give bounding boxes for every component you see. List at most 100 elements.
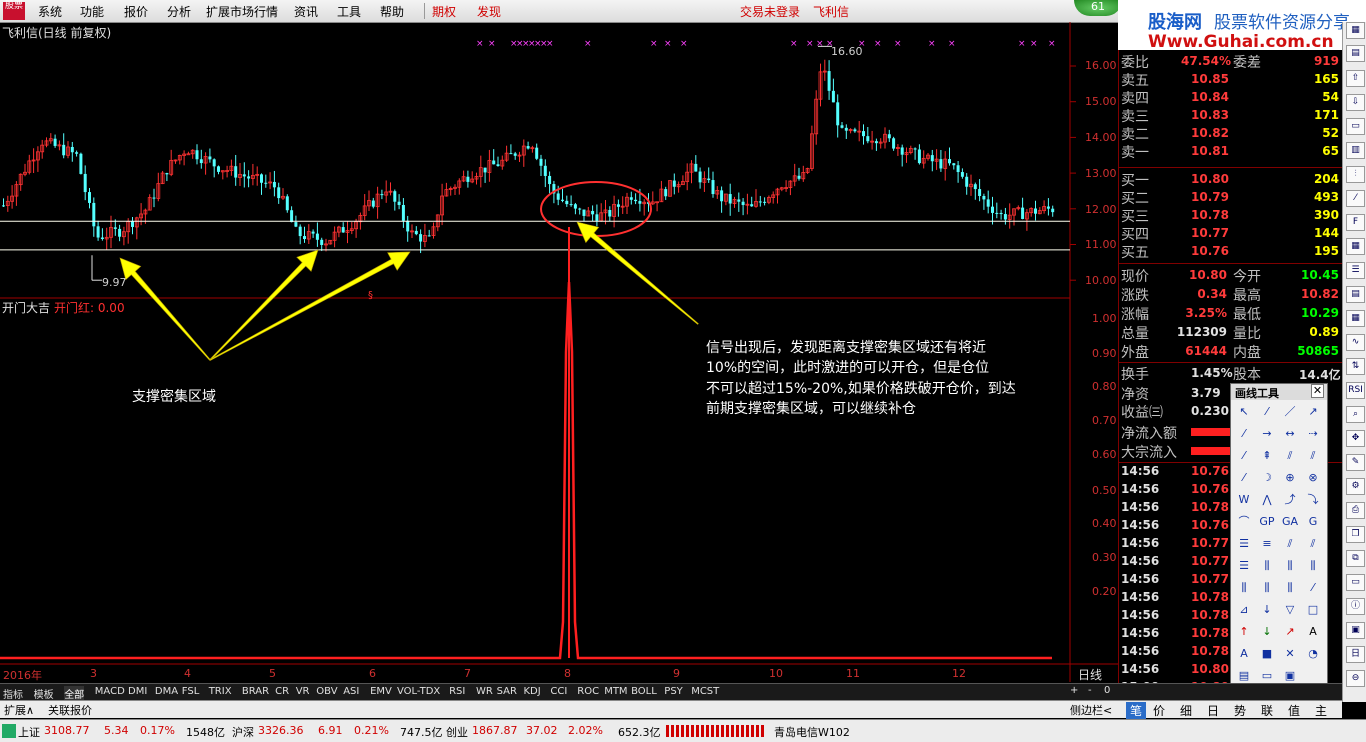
ask-level-price[interactable]: 10.83 [1191,108,1229,122]
toolbar-button-icon[interactable]: ▦ [1346,22,1365,39]
indicator-tab[interactable]: MACD [95,686,125,697]
draw-tool-icon[interactable]: ⫽ [1303,448,1323,464]
wave-icon[interactable]: ∿ [1346,334,1365,351]
info-icon[interactable]: ⓘ [1346,598,1365,615]
menu-analysis[interactable]: 分析 [167,3,191,20]
arrow-down-icon[interactable]: ⇩ [1346,94,1365,111]
indicator-tab[interactable]: BRAR [242,686,269,697]
menu-info[interactable]: 资讯 [294,3,318,20]
indicator-tab[interactable]: OBV [316,686,337,697]
draw-tool-icon[interactable]: ⤴ [1280,492,1300,508]
draw-tool-icon[interactable]: ⁄ [1234,448,1254,464]
expand-button[interactable]: 扩展∧ [4,702,34,718]
draw-tool-icon[interactable]: ⋀ [1257,492,1277,508]
bid-level-price[interactable]: 10.78 [1191,208,1229,222]
rsi-icon[interactable]: RSI [1346,382,1365,399]
draw-tool-icon[interactable]: ✕ [1280,646,1300,662]
draw-tool-icon[interactable]: ⫼ [1234,580,1254,596]
zoom-out-button[interactable]: - [1088,685,1092,696]
indicator-tab[interactable]: VR [296,686,310,697]
draw-tool-icon[interactable]: ⫼ [1257,558,1277,574]
draw-tool-icon[interactable]: ⁄ [1257,404,1277,420]
draw-tool-icon[interactable]: A [1303,624,1323,640]
indicator-tab[interactable]: MCST [691,686,719,697]
menu-quote[interactable]: 报价 [124,3,148,20]
draw-tool-icon[interactable]: W [1234,492,1254,508]
indicator-tab[interactable]: BOLL [631,686,657,697]
draw-tool-icon[interactable]: ▤ [1234,668,1254,684]
panel-tab[interactable]: 势 [1234,702,1246,719]
draw-tool-icon[interactable]: ⫽ [1280,448,1300,464]
panel-tab[interactable]: 联 [1261,702,1273,719]
draw-tool-icon[interactable]: ▭ [1257,668,1277,684]
panel-tab[interactable]: 价 [1153,702,1165,719]
draw-tool-icon[interactable]: ↓ [1257,624,1277,640]
draw-tool-icon[interactable]: A [1234,646,1254,662]
panel-tab[interactable]: 笔 [1126,702,1147,719]
window-icon[interactable]: ▭ [1346,118,1365,135]
draw-tool-icon[interactable]: ／ [1280,404,1300,420]
menu-help[interactable]: 帮助 [380,3,404,20]
indicator-tab[interactable]: 全部 [64,686,85,701]
menu-system[interactable]: 系统 [38,3,62,20]
indicator-tab[interactable]: CCI [550,686,567,697]
draw-tool-icon[interactable]: → [1257,426,1277,442]
draw-tool-icon[interactable]: ≡ [1257,536,1277,552]
ask-level-price[interactable]: 10.84 [1191,90,1229,104]
ask-level-price[interactable]: 10.82 [1191,126,1229,140]
indicator-tab[interactable]: FSL [182,686,200,697]
zoom-icon[interactable]: ⌕ [1346,406,1365,423]
indicator-tab[interactable]: KDJ [524,686,541,697]
pen-icon[interactable]: ✎ [1346,454,1365,471]
draw-tool-icon[interactable]: ↖ [1234,404,1254,420]
fund-icon[interactable]: F [1346,214,1365,231]
toolbar-button-icon[interactable]: ▤ [1346,45,1365,62]
indicator-tab[interactable]: PSY [664,686,683,697]
draw-tool-icon[interactable]: ⫽ [1303,536,1323,552]
zoom-in-button[interactable]: + [1070,685,1078,696]
draw-tool-icon[interactable]: ↗ [1303,404,1323,420]
ask-level-price[interactable]: 10.85 [1191,72,1229,86]
indicator-tab[interactable]: 指标 [3,686,23,701]
draw-tool-icon[interactable]: ↑ [1234,624,1254,640]
indicator-tab[interactable]: DMA [155,686,178,697]
draw-tool-icon[interactable]: ⇞ [1257,448,1277,464]
draw-tool-icon[interactable]: ☽ [1257,470,1277,486]
calendar-icon[interactable]: 日 [1346,646,1365,663]
draw-tool-icon[interactable]: ⫼ [1257,580,1277,596]
indicator-tab[interactable]: VOL-TDX [397,686,440,697]
menu-tools[interactable]: 工具 [337,3,361,20]
draw-tool-icon[interactable]: ⁄ [1303,580,1323,596]
report-icon[interactable]: ▤ [1346,286,1365,303]
indicator-tab[interactable]: CR [275,686,289,697]
indicator-tab[interactable]: EMV [370,686,392,697]
draw-tool-icon[interactable]: ⫼ [1280,580,1300,596]
draw-tool-icon[interactable]: ⇢ [1303,426,1323,442]
draw-tool-icon[interactable]: ⫼ [1303,558,1323,574]
bid-level-price[interactable]: 10.80 [1191,172,1229,186]
bid-level-price[interactable]: 10.76 [1191,244,1229,258]
screen-icon[interactable]: ▭ [1346,574,1365,591]
menu-options[interactable]: 期权 [432,3,456,20]
draw-tool-icon[interactable]: ☰ [1234,536,1254,552]
arrow-up-icon[interactable]: ⇧ [1346,70,1365,87]
drawing-tools-palette[interactable]: 画线工具 ✕ ↖ ⁄ ／ ↗ ⁄ → ↔ ⇢ ⁄ ⇞ ⫽ ⫽ ⁄ ☽ ⊕ ⊗ W ⋀ ⤴ ⤵ ⌒ GP GA G ☰ ≡ ⫽ ⫽ ☰ ⫼ ⫼… [1230,383,1328,691]
ask-level-price[interactable]: 10.81 [1191,144,1229,158]
draw-tool-icon[interactable]: ⊕ [1280,470,1300,486]
indicator-tab[interactable]: WR [476,686,493,697]
chart-icon[interactable]: ▥ [1346,142,1365,159]
menu-discover[interactable]: 发现 [477,3,501,20]
draw-tool-icon[interactable]: ↗ [1280,624,1300,640]
draw-tool-icon[interactable]: ⫼ [1280,558,1300,574]
close-icon[interactable]: ✕ [1311,384,1324,398]
draw-tool-icon[interactable]: ⊿ [1234,602,1254,618]
window-icon[interactable]: ▣ [1346,622,1365,639]
indicator-tab[interactable]: DMI [128,686,147,697]
draw-tool-icon[interactable]: ↓ [1257,602,1277,618]
indicator-tab[interactable]: SAR [497,686,517,697]
indicator-tab[interactable]: ASI [343,686,359,697]
trend-icon[interactable]: ⁄ [1346,190,1365,207]
sidebar-toggle[interactable]: 侧边栏< [1070,702,1112,718]
server-name[interactable]: 青岛电信W102 [774,724,850,740]
login-status[interactable]: 交易未登录 [740,3,800,20]
